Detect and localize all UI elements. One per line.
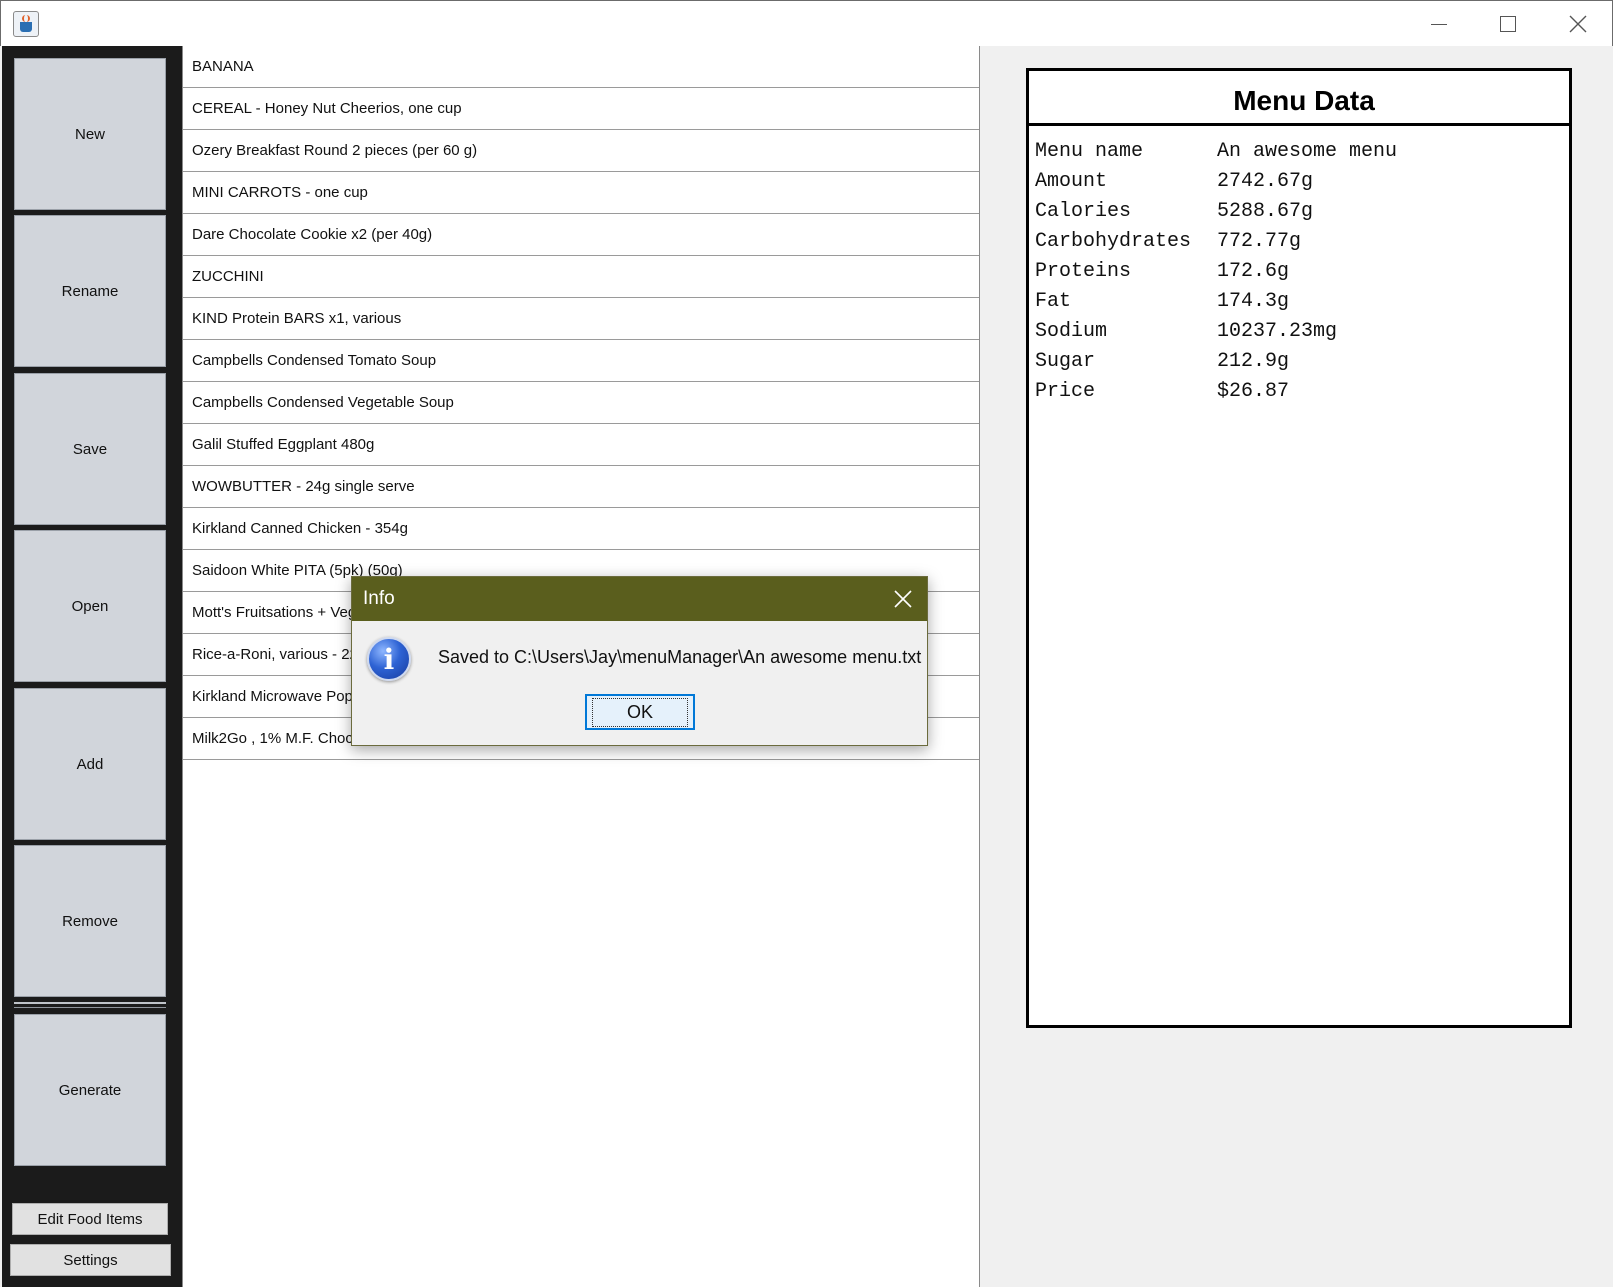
- list-item[interactable]: WOWBUTTER - 24g single serve: [183, 466, 979, 508]
- menu-data-row: Proteins 172.6g: [1035, 257, 1397, 287]
- data-label: Menu name: [1035, 140, 1144, 163]
- dialog-titlebar[interactable]: Info: [352, 577, 927, 621]
- menu-data-row: Price $26.87: [1035, 377, 1397, 407]
- maximize-icon[interactable]: [1473, 1, 1543, 47]
- minimize-icon[interactable]: [1404, 1, 1474, 47]
- window-titlebar: [0, 0, 1613, 46]
- dialog-title: Info: [363, 588, 395, 609]
- list-item[interactable]: KIND Protein BARS x1, various: [183, 298, 979, 340]
- menu-data-row: Fat 174.3g: [1035, 287, 1397, 317]
- list-item[interactable]: Ozery Breakfast Round 2 pieces (per 60 g…: [183, 130, 979, 172]
- data-value: 2742.67g: [1217, 170, 1314, 193]
- menu-data-row: Amount 2742.67g: [1035, 167, 1397, 197]
- list-item[interactable]: CEREAL - Honey Nut Cheerios, one cup: [183, 88, 979, 130]
- menu-data-panel: Menu Data Menu name An awesome menu Amoun…: [1026, 68, 1572, 1028]
- data-label: Sodium: [1035, 320, 1108, 343]
- generate-button[interactable]: Generate: [14, 1014, 166, 1166]
- list-item[interactable]: Kirkland Canned Chicken - 354g: [183, 508, 979, 550]
- ok-button[interactable]: OK: [585, 694, 695, 730]
- menu-data-row: Calories 5288.67g: [1035, 197, 1397, 227]
- dialog-message: Saved to C:\Users\Jay\menuManager\An awe…: [438, 647, 922, 667]
- list-item[interactable]: Campbells Condensed Vegetable Soup: [183, 382, 979, 424]
- data-value: 174.3g: [1217, 290, 1290, 313]
- edit-food-items-button[interactable]: Edit Food Items: [12, 1203, 168, 1235]
- list-item[interactable]: BANANA: [183, 46, 979, 88]
- info-icon: i: [367, 637, 411, 681]
- menu-data-row: Menu name An awesome menu: [1035, 137, 1397, 167]
- close-icon[interactable]: [880, 577, 926, 621]
- list-item[interactable]: Dare Chocolate Cookie x2 (per 40g): [183, 214, 979, 256]
- menu-data-table: Menu name An awesome menu Amount 2742.67g …: [1035, 137, 1397, 407]
- data-label: Proteins: [1035, 260, 1132, 283]
- data-value: 212.9g: [1217, 350, 1290, 373]
- save-button[interactable]: Save: [14, 373, 166, 525]
- menu-data-row: Sodium 10237.23mg: [1035, 317, 1397, 347]
- add-button[interactable]: Add: [14, 688, 166, 840]
- settings-button[interactable]: Settings: [10, 1244, 171, 1276]
- new-button[interactable]: New: [14, 58, 166, 210]
- data-label: Amount: [1035, 170, 1108, 193]
- data-label: Carbohydrates: [1035, 230, 1192, 253]
- data-label: Calories: [1035, 200, 1132, 223]
- menu-data-header: Menu Data: [1029, 71, 1569, 126]
- list-item[interactable]: MINI CARROTS - one cup: [183, 172, 979, 214]
- data-value: 10237.23mg: [1217, 320, 1338, 343]
- data-value: 172.6g: [1217, 260, 1290, 283]
- data-value: 772.77g: [1217, 230, 1302, 253]
- menu-data-title: Menu Data: [1233, 85, 1375, 116]
- toolbar-separator: [14, 1007, 166, 1008]
- info-dialog: Info i Saved to C:\Users\Jay\menuManager…: [351, 576, 928, 746]
- data-value: An awesome menu: [1217, 140, 1398, 163]
- data-label: Fat: [1035, 290, 1072, 313]
- open-button[interactable]: Open: [14, 530, 166, 682]
- list-item[interactable]: ZUCCHINI: [183, 256, 979, 298]
- data-label: Sugar: [1035, 350, 1096, 373]
- list-item[interactable]: Campbells Condensed Tomato Soup: [183, 340, 979, 382]
- list-item[interactable]: Galil Stuffed Eggplant 480g: [183, 424, 979, 466]
- close-icon[interactable]: [1543, 1, 1613, 47]
- data-value: 5288.67g: [1217, 200, 1314, 223]
- data-value: $26.87: [1217, 380, 1290, 403]
- menu-data-row: Carbohydrates 772.77g: [1035, 227, 1397, 257]
- toolbar-separator: [14, 1002, 166, 1004]
- menu-data-row: Sugar 212.9g: [1035, 347, 1397, 377]
- data-label: Price: [1035, 380, 1096, 403]
- rename-button[interactable]: Rename: [14, 215, 166, 367]
- java-app-icon: [13, 11, 39, 37]
- remove-button[interactable]: Remove: [14, 845, 166, 997]
